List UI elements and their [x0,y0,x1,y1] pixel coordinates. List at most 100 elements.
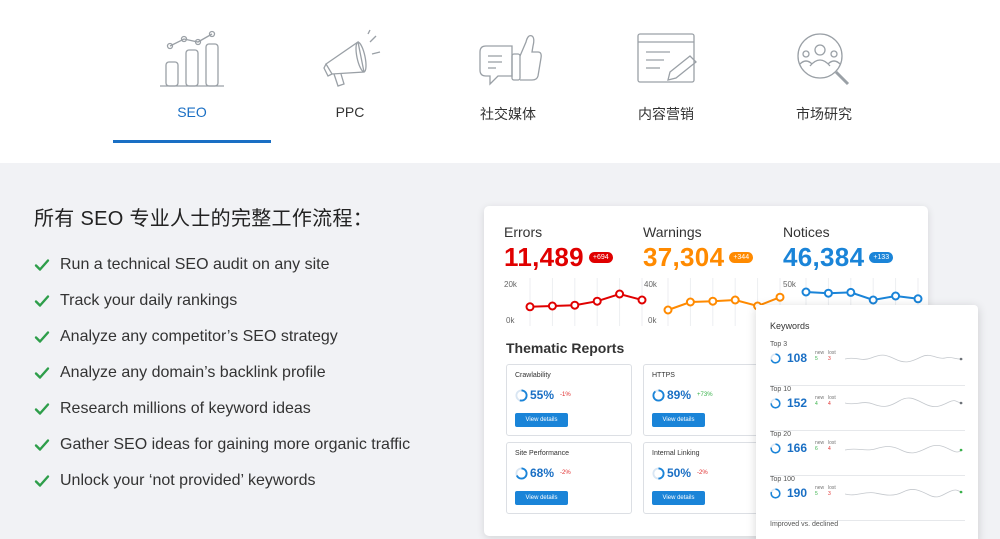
metric-badge: +133 [869,252,894,263]
report-value: 89% [667,388,692,402]
new-count: 6 [815,446,818,452]
metric-value: 11,489 [504,242,584,272]
keyword-count: 152 [787,396,808,410]
tab-ppc[interactable]: PPC [271,28,429,143]
keyword-row-label: Top 10 [770,386,792,393]
tab-market-research[interactable]: 市场研究 [745,28,903,143]
feature-item: Run a technical SEO audit on any site [34,247,464,283]
new-count: 5 [815,356,818,362]
report-name: Crawlability [515,372,551,379]
keyword-row-label: Top 20 [770,431,792,438]
thematic-reports-title: Thematic Reports [506,340,625,356]
errors-sparkline [524,278,648,326]
trend-point [570,300,580,310]
report-card-internal-linking: Internal Linking 50% -2% View details [643,442,769,514]
improved-vs-declined-label: Improved vs. declined [770,521,839,528]
keyword-trend-sparkline [845,489,963,498]
progress-ring-icon [770,398,781,409]
keyword-row-top10: Top 10 152 new 4 lost 4 [770,386,965,431]
progress-ring-icon [515,388,528,402]
report-card-https: HTTPS 89% +73% View details [643,364,769,436]
trend-point [775,292,785,302]
view-details-button[interactable]: View details [652,413,705,427]
tab-seo[interactable]: SEO [113,28,271,143]
feature-item: Track your daily rankings [34,283,464,319]
thumbs-up-icon [479,34,542,86]
tab-label: 内容营销 [638,106,694,122]
ring-fill [652,388,665,402]
keyword-trend-sparkline [845,354,963,363]
tab-content-marketing[interactable]: 内容营销 [587,28,745,143]
feature-list: Run a technical SEO audit on any site Tra… [34,247,464,499]
feature-heading: 所有 SEO 专业人士的完整工作流程： [34,208,374,230]
checkmark-icon [34,295,50,307]
trend-point [913,294,923,304]
trend-point [663,305,673,315]
trend-point [868,295,878,305]
y-axis-min-label: 0k [648,316,657,325]
progress-ring-icon [652,466,665,480]
trend-point [846,287,856,297]
feature-text: Research millions of keyword ideas [60,400,311,417]
trend-point [823,288,833,298]
trend-line [805,291,919,302]
lost-keywords: lost 3 [828,485,836,497]
report-card-crawlability: Crawlability 55% -1% View details [506,364,632,436]
product-tabbar: SEO PPC 社交媒体 内容营销 市场研究 [0,0,1000,163]
feature-list-section: 所有 SEO 专业人士的完整工作流程： Run a technical SEO … [34,202,464,499]
view-details-button[interactable]: View details [515,491,568,505]
tab-social-media[interactable]: 社交媒体 [429,28,587,143]
progress-ring-icon [770,488,781,499]
progress-ring-icon [652,388,665,402]
report-value: 50% [667,466,692,480]
new-keywords: new 6 [815,440,824,452]
report-value: 68% [530,466,555,480]
lost-keywords: lost 4 [828,395,836,407]
trend-line [529,292,643,308]
checkmark-icon [34,367,50,379]
metric-warnings: Warnings 37,304 +344 [643,224,783,273]
lost-count: 3 [828,356,831,362]
trend-point [615,289,625,299]
lost-keywords: lost 4 [828,440,836,452]
keyword-row-label: Top 3 [770,341,788,348]
checkmark-icon [34,403,50,415]
y-axis-max-label: 20k [504,280,517,289]
trend-point [637,295,647,305]
tab-label: 社交媒体 [480,106,536,122]
report-delta: -2% [560,470,571,476]
checkmark-icon [34,259,50,271]
y-axis-max-label: 50k [783,280,796,289]
metric-notices: Notices 46,384 +133 [783,224,923,273]
trend-point [592,296,602,306]
view-details-button[interactable]: View details [652,491,705,505]
feature-text: Run a technical SEO audit on any site [60,256,330,273]
feature-text: Gather SEO ideas for gaining more organi… [60,436,411,453]
new-keywords: new 5 [815,350,824,362]
metric-errors: Errors 11,489 +694 [504,224,644,273]
new-keywords: new 5 [815,485,824,497]
metric-badge: +344 [729,252,754,263]
lost-count: 4 [828,446,831,452]
report-delta: -1% [560,392,571,398]
report-name: Site Performance [515,450,570,457]
feature-item: Analyze any competitor’s SEO strategy [34,319,464,355]
keyword-count: 190 [787,486,808,500]
trend-point [685,297,695,307]
trend-point [525,302,535,312]
keywords-panel: Keywords Top 3 108 new 5 lost 3 Top 10 152… [756,305,978,539]
report-delta: +73% [697,392,713,398]
feature-item: Research millions of keyword ideas [34,391,464,427]
feature-text: Analyze any competitor’s SEO strategy [60,328,338,345]
keyword-trend-sparkline [845,397,963,408]
feature-text: Unlock your ‘not provided’ keywords [60,472,316,489]
checkmark-icon [34,331,50,343]
report-delta: -2% [697,470,708,476]
tab-label: 市场研究 [796,106,852,122]
feature-item: Gather SEO ideas for gaining more organi… [34,427,464,463]
view-details-button[interactable]: View details [515,413,568,427]
report-card-site-performance: Site Performance 68% -2% View details [506,442,632,514]
metric-name: Warnings [643,224,702,240]
trend-point [547,301,557,311]
checkmark-icon [34,475,50,487]
